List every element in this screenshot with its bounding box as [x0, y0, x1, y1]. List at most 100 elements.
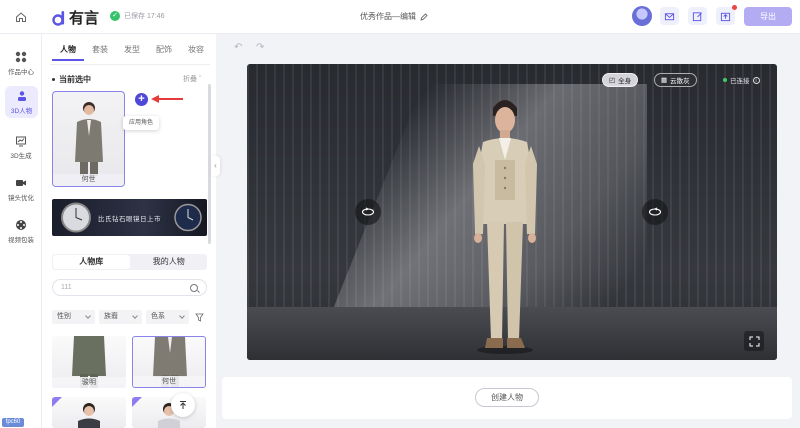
nav-label: 作品中心 — [8, 68, 34, 76]
fold-label: 折叠 — [183, 76, 197, 83]
funnel-icon[interactable] — [193, 310, 205, 324]
fullscreen-button[interactable] — [744, 331, 764, 351]
current-character-name: 何世 — [53, 174, 124, 186]
save-status: ✓ 已保存 17:46 — [110, 11, 164, 21]
top-bar: 有言 ✓ 已保存 17:46 优秀作品—编辑 导出 — [0, 0, 800, 34]
character-thumbnail — [132, 397, 180, 428]
doc-title[interactable]: 优秀作品—编辑 — [360, 11, 428, 22]
character-thumbnail — [75, 102, 103, 176]
tab-character-library[interactable]: 人物库 — [53, 255, 130, 269]
tabs-divider — [50, 64, 210, 65]
arrow-up-icon — [180, 401, 186, 409]
edit-icon — [692, 11, 702, 21]
nav-label: 3D人物 — [10, 107, 33, 115]
section-current: 当前选中 — [52, 74, 91, 85]
pill-label: 云散灰 — [670, 78, 690, 85]
rotate-right-button[interactable] — [642, 199, 668, 225]
banner-text: 比氏钻石眼镜日上市 — [98, 216, 161, 223]
filter-gender[interactable]: 性别 — [52, 310, 95, 324]
camera-icon: ◰ — [609, 77, 616, 84]
chevron-up-icon: ˆ — [198, 76, 202, 83]
export-button[interactable]: 导出 — [744, 7, 792, 26]
user-avatar[interactable] — [632, 6, 652, 26]
section-title-text: 当前选中 — [59, 75, 91, 84]
filter-row: 性别 族裔 色系 — [52, 310, 205, 324]
app-logo: 有言 — [52, 7, 99, 28]
pill-label: 全身 — [618, 78, 632, 85]
promo-banner[interactable]: 比氏钻石眼镜日上市 — [52, 199, 207, 236]
character-card[interactable] — [132, 397, 206, 428]
connection-text: 已连接 — [730, 78, 750, 85]
nav-item-video-package[interactable]: 视频包装 — [0, 214, 42, 248]
apply-character-button[interactable]: + — [135, 93, 148, 106]
character-card[interactable]: 何世 — [132, 336, 206, 388]
view-full-body-button[interactable]: ◰ 全身 — [602, 73, 639, 87]
film-reel-icon — [16, 219, 26, 230]
person-3d-icon — [17, 90, 26, 101]
message-button[interactable] — [660, 7, 679, 25]
video-camera-icon — [16, 179, 26, 186]
tab-accessory[interactable]: 配饰 — [148, 44, 180, 61]
undo-icon[interactable]: ↶ — [234, 42, 242, 53]
library-tabs: 人物库 我的人物 — [52, 254, 207, 270]
mail-icon — [664, 12, 675, 20]
arrow-annotation-icon — [151, 95, 183, 103]
save-status-text: 已保存 17:46 — [124, 13, 165, 20]
notification-dot — [732, 5, 737, 10]
logo-text: 有言 — [69, 10, 100, 27]
connection-status: 已连接 i — [723, 75, 760, 85]
create-character-button[interactable]: 创建人物 — [475, 388, 539, 407]
rotate-icon — [361, 207, 375, 216]
search-icon[interactable] — [190, 284, 198, 292]
character-panel: 人物 套装 发型 配饰 妆容 当前选中 折叠 ˆ 何世 + 应用角色 比氏钻石眼… — [42, 34, 216, 428]
tab-hair[interactable]: 发型 — [116, 44, 148, 61]
grid-icon — [15, 51, 27, 62]
character-card[interactable]: 骏明 — [52, 336, 126, 388]
nav-label: 视频包装 — [8, 236, 34, 244]
upload-button[interactable] — [716, 5, 737, 25]
nav-item-3d-generate[interactable]: 3D生成 — [0, 130, 42, 164]
search-input[interactable] — [52, 279, 207, 296]
home-button[interactable] — [10, 7, 32, 27]
edit-share-button[interactable] — [688, 7, 707, 25]
current-character-card[interactable]: 何世 — [52, 91, 125, 187]
character-card[interactable] — [52, 397, 126, 428]
watch-icon — [61, 202, 91, 233]
home-icon — [16, 12, 26, 22]
background-cloud-gray-button[interactable]: ▦ 云散灰 — [654, 73, 697, 87]
nav-label: 镜头优化 — [8, 194, 34, 202]
tab-makeup[interactable]: 妆容 — [180, 44, 212, 61]
status-dot — [723, 78, 727, 82]
nav-item-camera[interactable]: 镜头优化 — [0, 172, 42, 206]
filter-color[interactable]: 色系 — [146, 310, 189, 324]
3d-viewport[interactable]: ◰ 全身 ▦ 云散灰 已连接 i — [247, 64, 777, 360]
upload-icon — [720, 12, 731, 21]
redo-icon[interactable]: ↷ — [256, 42, 264, 53]
apply-tooltip: 应用角色 — [123, 116, 159, 130]
nav-label: 3D生成 — [10, 152, 32, 160]
nav-item-works[interactable]: 作品中心 — [0, 46, 42, 80]
back-to-top-button[interactable] — [171, 393, 195, 417]
filter-ethnicity[interactable]: 族裔 — [99, 310, 142, 324]
collapse-panel-button[interactable]: ‹ — [211, 156, 220, 176]
character-name: 何世 — [133, 376, 205, 387]
rotate-left-button[interactable] — [355, 199, 381, 225]
rotate-icon — [648, 207, 662, 216]
character-thumbnail — [52, 397, 100, 428]
tab-my-characters[interactable]: 我的人物 — [131, 254, 208, 270]
character-name: 骏明 — [52, 377, 126, 388]
panel-tabs: 人物 套装 发型 配饰 妆容 — [52, 44, 212, 61]
info-icon[interactable]: i — [752, 76, 760, 84]
watch-icon — [174, 203, 202, 232]
doc-title-text: 优秀作品—编辑 — [360, 12, 416, 21]
tab-character[interactable]: 人物 — [52, 44, 84, 61]
tab-outfit[interactable]: 套装 — [84, 44, 116, 61]
nav-item-3d-character[interactable]: 3D人物 — [5, 86, 38, 118]
fold-button[interactable]: 折叠 ˆ — [183, 74, 201, 84]
version-badge: fpc60 — [2, 418, 24, 427]
check-icon: ✓ — [110, 11, 120, 21]
pencil-icon[interactable] — [420, 12, 428, 21]
bottom-action-bar: 创建人物 — [222, 377, 792, 419]
left-nav: 作品中心 3D人物 3D生成 镜头优化 视频包装 — [0, 34, 42, 428]
bullet-icon — [52, 78, 55, 81]
